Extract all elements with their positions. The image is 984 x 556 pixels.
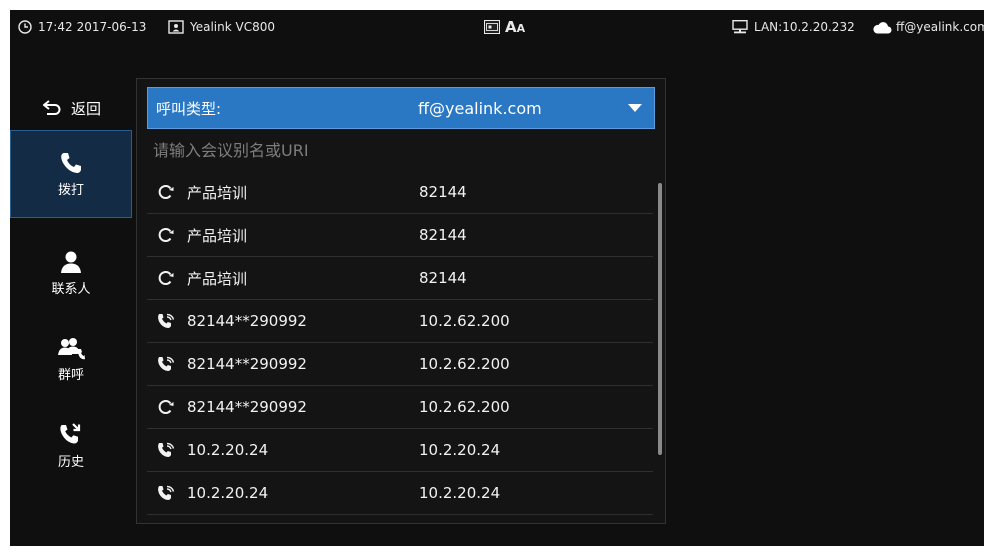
font-size-indicator: AA [505,18,525,36]
entry-name: 产品培训 [187,269,248,288]
clock-group: 17:42 2017-06-13 [18,20,146,34]
call-entry-row[interactable]: 产品培训 82144 [147,171,653,214]
call-entry-row[interactable]: 产品培训 82144 [147,257,653,300]
call-entry-row[interactable]: 82144**290992 10.2.62.200 [147,300,653,343]
dial-search-input[interactable] [147,131,659,169]
nav-contacts-label: 联系人 [51,281,91,297]
group-call-icon [58,337,85,359]
entry-name: 82144**290992 [187,398,307,416]
cloud-conference-icon [158,228,174,242]
device-name: Yealink VC800 [190,20,276,34]
entry-name: 82144**290992 [187,312,307,330]
account-name: ff@yealink.com [896,20,984,34]
lan-group: LAN:10.2.20.232 [732,20,855,34]
font-size-small: A [516,22,526,35]
entry-number: 10.2.62.200 [419,398,510,416]
vcr-icon [484,20,500,34]
list-scrollbar[interactable] [658,183,662,455]
call-entry-row[interactable]: 产品培训 82144 [147,214,653,257]
call-type-dropdown[interactable]: 呼叫类型: ff@yealink.com [147,87,655,129]
phone-call-icon [158,356,175,371]
entry-name: 产品培训 [187,183,248,202]
nav-contacts[interactable]: 联系人 [10,230,132,316]
phone-icon [61,152,81,173]
call-entry-row[interactable]: 10.2.20.24 10.2.20.24 [147,472,653,515]
call-entry-list: 产品培训 82144 产品培训 82144 产品培训 82144 82144**… [147,171,653,515]
cloud-conference-icon [158,400,174,414]
device-screen: 17:42 2017-06-13 Yealink VC800 AA LAN:10… [10,10,984,546]
nav-dial[interactable]: 拨打 [10,130,132,218]
back-button[interactable]: 返回 [10,86,134,130]
phone-call-icon [158,485,175,500]
cloud-conference-icon [158,271,174,285]
network-icon [732,20,748,34]
device-icon [168,20,184,34]
nav-dial-label: 拨打 [57,182,84,198]
status-date: 2017-06-13 [76,20,147,34]
cloud-icon [873,21,892,33]
back-label: 返回 [70,99,101,118]
phone-call-icon [158,442,175,457]
nav-group-call-label: 群呼 [57,367,84,383]
status-bar: 17:42 2017-06-13 Yealink VC800 AA LAN:10… [10,10,984,46]
call-entry-row[interactable]: 82144**290992 10.2.62.200 [147,386,653,429]
entry-name: 10.2.20.24 [187,484,269,502]
entry-name: 10.2.20.24 [187,441,269,459]
entry-name: 产品培训 [187,226,248,245]
device-group: Yealink VC800 [168,20,275,34]
status-time: 17:42 [38,20,73,34]
entry-number: 82144 [419,269,467,287]
nav-history[interactable]: 历史 [10,402,132,488]
call-type-label: 呼叫类型: [156,99,222,118]
entry-number: 10.2.62.200 [419,312,510,330]
font-size-large: A [505,18,517,36]
call-entry-row[interactable]: 82144**290992 10.2.62.200 [147,343,653,386]
phone-call-icon [158,313,175,328]
call-entry-row[interactable]: 10.2.20.24 10.2.20.24 [147,429,653,472]
cloud-conference-icon [158,185,174,199]
entry-number: 10.2.62.200 [419,355,510,373]
account-group: ff@yealink.com [872,20,984,34]
back-arrow-icon [42,100,61,115]
center-indicators: AA [484,18,525,36]
entry-number: 10.2.20.24 [419,484,501,502]
dropdown-arrow-icon [628,104,642,112]
history-icon [60,422,81,443]
nav-history-label: 历史 [57,454,84,470]
entry-number: 82144 [419,226,467,244]
nav-group-call[interactable]: 群呼 [10,316,132,402]
contact-icon [61,251,81,273]
lan-address: LAN:10.2.20.232 [754,20,855,34]
entry-number: 82144 [419,183,467,201]
call-type-value: ff@yealink.com [418,98,542,118]
dial-panel: 呼叫类型: ff@yealink.com 产品培训 82144 产品培训 821… [136,78,666,524]
clock-icon [18,20,32,34]
entry-number: 10.2.20.24 [419,441,501,459]
left-nav: 返回 拨打 联系人 群呼 历史 [10,86,134,522]
entry-name: 82144**290992 [187,355,307,373]
